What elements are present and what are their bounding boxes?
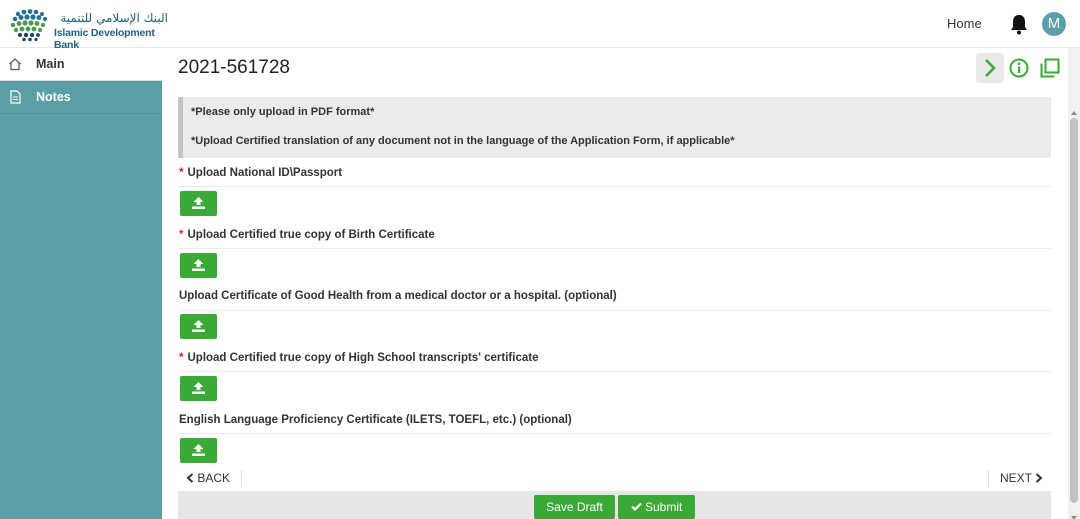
upload-icon <box>192 382 205 394</box>
sidebar-item-main[interactable]: Main <box>0 48 162 81</box>
divider <box>988 470 989 486</box>
submit-button[interactable]: Submit <box>618 495 695 519</box>
submit-label: Submit <box>644 500 683 514</box>
upload-label-good-health: Upload Certificate of Good Health from a… <box>179 290 617 302</box>
home-icon <box>8 57 22 71</box>
idb-logo-icon <box>10 9 48 42</box>
required-marker: * <box>179 352 184 364</box>
required-marker: * <box>179 229 184 241</box>
expand-button[interactable] <box>976 53 1004 83</box>
idb-logo[interactable]: البنك الإسلامي للتنمية Islamic Developme… <box>8 8 168 51</box>
copy-button[interactable] <box>1036 53 1064 83</box>
sidebar: Main Notes <box>0 48 162 519</box>
home-link[interactable]: Home <box>947 16 982 31</box>
scrollbar-thumb[interactable] <box>1070 118 1078 503</box>
divider <box>241 470 242 486</box>
save-draft-button[interactable]: Save Draft <box>534 495 615 519</box>
notification-bell-icon[interactable] <box>1008 13 1030 35</box>
top-bar: البنك الإسلامي للتنمية Islamic Developme… <box>0 0 1080 51</box>
divider <box>178 371 1051 372</box>
back-button[interactable]: BACK <box>186 471 230 485</box>
next-button[interactable]: NEXT <box>1000 471 1043 485</box>
upload-icon <box>192 197 205 209</box>
divider <box>178 310 1051 311</box>
notice-pdf-format: *Please only upload in PDF format* <box>191 106 375 118</box>
sidebar-item-label: Main <box>36 57 65 71</box>
chevron-left-icon <box>186 473 194 483</box>
upload-label-high-school-transcripts: * Upload Certified true copy of High Scho… <box>179 352 539 364</box>
info-button[interactable] <box>1005 53 1033 83</box>
scroll-down-arrow-icon[interactable] <box>1070 509 1078 519</box>
application-number: 2021-561728 <box>178 57 290 78</box>
logo-arabic-text: البنك الإسلامي للتنمية <box>60 11 168 25</box>
divider <box>178 186 1051 187</box>
upload-label-english-proficiency: English Language Proficiency Certificate… <box>179 414 572 426</box>
chevron-right-icon <box>985 59 996 77</box>
document-icon <box>8 90 22 104</box>
divider <box>178 433 1051 434</box>
copy-icon <box>1040 58 1060 78</box>
notice-certified-translation: *Upload Certified translation of any doc… <box>191 135 735 147</box>
upload-icon <box>192 444 205 456</box>
scroll-up-arrow-icon[interactable] <box>1070 104 1078 115</box>
sidebar-item-label: Notes <box>36 90 71 104</box>
back-label: BACK <box>197 471 231 485</box>
check-icon <box>630 502 642 512</box>
upload-icon <box>192 320 205 332</box>
info-icon <box>1009 58 1029 78</box>
sidebar-item-notes[interactable]: Notes <box>0 81 162 114</box>
toolbar <box>976 53 1066 83</box>
upload-label-birth-certificate: * Upload Certified true copy of Birth Cer… <box>179 229 435 241</box>
upload-good-health-button[interactable] <box>180 314 217 339</box>
upload-label-national-id: * Upload National ID\Passport <box>179 167 343 179</box>
user-avatar[interactable]: M <box>1042 12 1066 36</box>
chevron-right-icon <box>1035 473 1043 483</box>
upload-icon <box>192 259 205 271</box>
upload-birth-certificate-button[interactable] <box>180 253 217 278</box>
upload-instructions: *Please only upload in PDF format* *Uplo… <box>178 97 1051 158</box>
upload-english-proficiency-button[interactable] <box>180 438 217 463</box>
upload-high-school-transcripts-button[interactable] <box>180 376 217 401</box>
divider <box>178 248 1051 249</box>
next-label: NEXT <box>1000 471 1032 485</box>
upload-national-id-button[interactable] <box>180 191 217 216</box>
required-marker: * <box>179 167 184 179</box>
